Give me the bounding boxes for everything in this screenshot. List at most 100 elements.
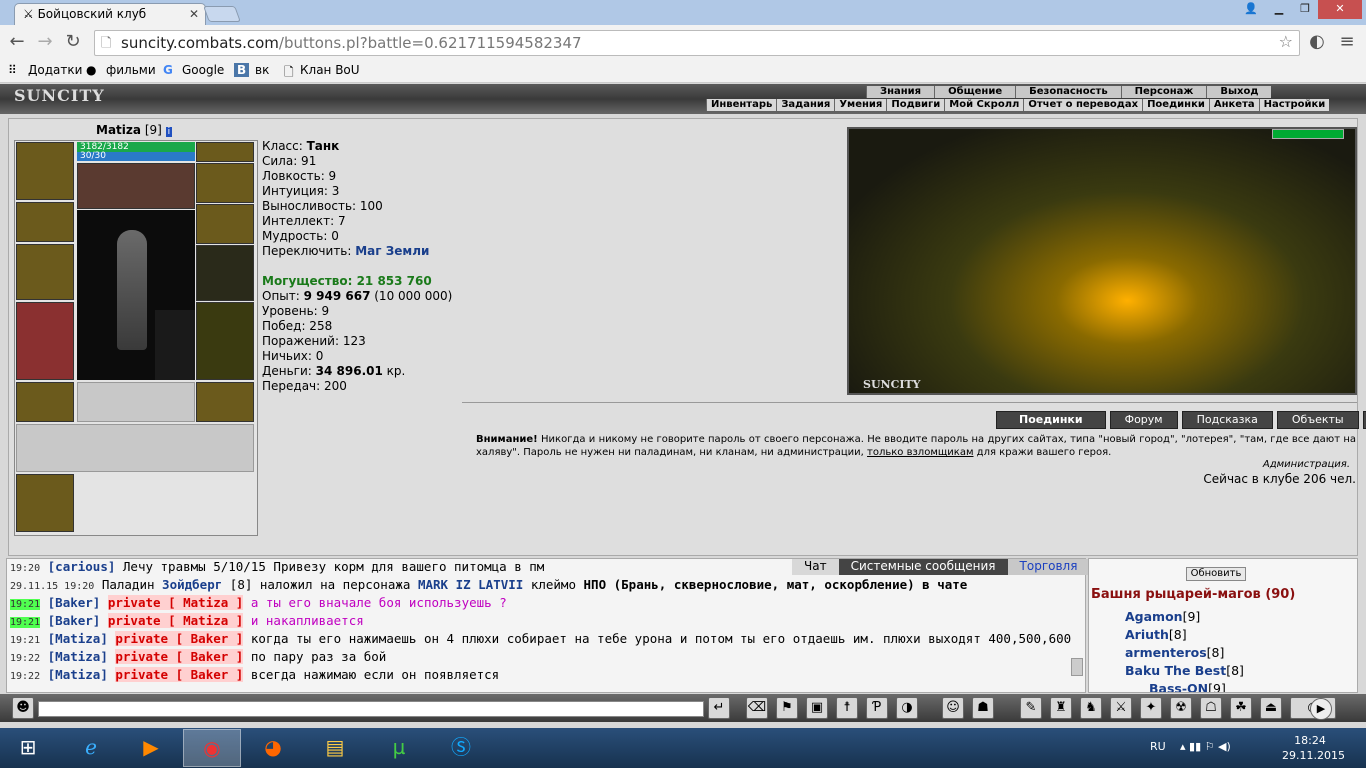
skype-icon[interactable]: Ⓢ [432, 729, 490, 767]
quick-slot-4-icon[interactable]: ⚔ [1110, 697, 1132, 719]
tab-system[interactable]: Системные сообщения [838, 559, 1008, 575]
clear-icon[interactable]: ⌫ [746, 697, 768, 719]
user-item[interactable]: Bass-ON[9] [1149, 681, 1226, 692]
new-tab-button[interactable] [203, 6, 241, 22]
walk-icon[interactable]: ☨ [836, 697, 858, 719]
browser-tab[interactable]: ⚔ Бойцовский клуб ✕ [14, 3, 206, 25]
room-scene[interactable]: SUNCITY [847, 127, 1357, 395]
helmet-icon[interactable]: ☗ [972, 697, 994, 719]
menu-knowledge[interactable]: Знания [866, 86, 934, 98]
quick-slot-5-icon[interactable]: ✦ [1140, 697, 1162, 719]
quick-slot-2-icon[interactable]: ♜ [1050, 697, 1072, 719]
bookmark-clan[interactable]: Клан BoU [300, 63, 360, 77]
chat-nick[interactable]: [Matiza] [48, 649, 108, 664]
shield-slot[interactable] [196, 245, 254, 301]
forward-icon[interactable]: → [34, 31, 56, 52]
submenu-feats[interactable]: Подвиги [886, 99, 944, 111]
submenu-transfers[interactable]: Отчет о переводах [1023, 99, 1142, 111]
menu-exit[interactable]: Выход [1206, 86, 1271, 98]
explorer-icon[interactable]: ▤ [306, 729, 364, 767]
chat-scrollbar[interactable] [1071, 658, 1083, 676]
chat-nick[interactable]: [Matiza] [48, 667, 108, 682]
menu-icon[interactable]: ≡ [1336, 31, 1358, 52]
gloves-slot[interactable] [196, 204, 254, 244]
minimize-icon[interactable]: ▁ [1266, 0, 1292, 19]
user-name[interactable]: Bass-ON [1149, 681, 1208, 692]
menu-security[interactable]: Безопасность [1015, 86, 1121, 98]
user-name[interactable]: Baku The Best [1125, 663, 1226, 678]
battles-button[interactable]: Поединки [996, 411, 1106, 429]
armor-slot[interactable] [16, 302, 74, 380]
bookmark-star-icon[interactable]: ☆ [1279, 32, 1293, 51]
user-item[interactable]: Agamon[9] [1125, 609, 1200, 624]
chat-log[interactable]: 19:20 [carious] Лечу травмы 5/10/15 Прив… [6, 558, 1086, 693]
spell-slots[interactable] [77, 163, 195, 209]
forum-button[interactable]: Форум [1109, 411, 1178, 429]
chat-nick[interactable]: [Baker] [48, 595, 101, 610]
smile-menu-icon[interactable]: ☻ [12, 697, 34, 719]
chrome-icon[interactable]: ◉ [183, 729, 241, 767]
chat-nick[interactable]: MARK IZ LATVII [418, 577, 523, 592]
submenu-settings[interactable]: Настройки [1258, 99, 1330, 111]
switch-link[interactable]: Маг Земли [355, 244, 429, 258]
submenu-scroll[interactable]: Мой Скролл [944, 99, 1023, 111]
quick-slot-7-icon[interactable]: ☖ [1200, 697, 1222, 719]
chat-private[interactable]: private [ Baker ] [115, 631, 244, 646]
system-clock[interactable]: 18:24 29.11.2015 [1282, 733, 1345, 763]
quick-slot-3-icon[interactable]: ♞ [1080, 697, 1102, 719]
bookmark-apps[interactable]: Додатки [28, 63, 82, 77]
user-item[interactable]: armenteros[8] [1125, 645, 1224, 660]
chat-nick[interactable]: [Matiza] [48, 631, 108, 646]
helmet-slot[interactable] [16, 142, 74, 200]
tab-trade[interactable]: Торговля [1007, 559, 1090, 575]
ie-icon[interactable]: ℯ [62, 729, 120, 767]
earring-slot[interactable] [196, 142, 254, 162]
chat-private[interactable]: private [ Matiza ] [107, 595, 244, 610]
smiley-icon[interactable]: ☺ [942, 697, 964, 719]
amulet-slot[interactable] [196, 163, 254, 203]
menu-character[interactable]: Персонаж [1120, 86, 1207, 98]
tab-chat[interactable]: Чат [792, 559, 839, 575]
back-icon[interactable]: ← [6, 31, 28, 52]
quick-slot-8-icon[interactable]: ☘ [1230, 697, 1252, 719]
delta-button[interactable]: Δ [1362, 411, 1366, 429]
media-player-icon[interactable]: ▶ [122, 729, 180, 767]
submenu-inventory[interactable]: Инвентарь [706, 99, 776, 111]
update-button[interactable]: Обновить [1186, 567, 1246, 581]
user-name[interactable]: Agamon [1125, 609, 1183, 624]
legs-slot[interactable] [196, 302, 254, 380]
chat-nick[interactable]: Зойдберг [162, 577, 222, 592]
utorrent-icon[interactable]: µ [370, 729, 428, 767]
quick-slot-1-icon[interactable]: ✎ [1020, 697, 1042, 719]
chat-private[interactable]: private [ Baker ] [115, 649, 244, 664]
tray-icons[interactable]: ▴ ▮▮ ⚐ ◀) [1180, 740, 1231, 753]
user-item[interactable]: Ariuth[8] [1125, 627, 1187, 642]
user-name[interactable]: armenteros [1125, 645, 1207, 660]
pet-slot[interactable] [155, 310, 195, 380]
save-icon[interactable]: ▣ [806, 697, 828, 719]
chat-private[interactable]: private [ Matiza ] [107, 613, 244, 628]
ear-icon[interactable]: ◑ [896, 697, 918, 719]
extension-icon[interactable]: ◐ [1306, 31, 1328, 52]
submenu-skills[interactable]: Умения [834, 99, 886, 111]
bookmark-vk[interactable]: вк [255, 63, 269, 77]
submenu-battles[interactable]: Поединки [1142, 99, 1209, 111]
objects-button[interactable]: Объекты [1276, 411, 1359, 429]
ring-slots[interactable] [77, 382, 195, 422]
filter-icon[interactable]: ⚑ [776, 697, 798, 719]
info-icon[interactable]: i [165, 127, 173, 137]
user-item[interactable]: Baku The Best[8] [1125, 663, 1244, 678]
language-indicator[interactable]: RU [1150, 740, 1166, 753]
close-window-icon[interactable]: ✕ [1318, 0, 1362, 19]
menu-social[interactable]: Общение [934, 86, 1015, 98]
user-name[interactable]: Ariuth [1125, 627, 1169, 642]
send-icon[interactable]: ↵ [708, 697, 730, 719]
chat-nick[interactable]: [Baker] [48, 613, 101, 628]
submenu-profile[interactable]: Анкета [1208, 99, 1259, 111]
chat-nick[interactable]: [carious] [48, 559, 116, 574]
apps-icon[interactable]: ⠿ [8, 63, 17, 77]
maximize-icon[interactable]: ❐ [1292, 0, 1318, 19]
warning-link[interactable]: только взломщикам [867, 447, 973, 458]
start-button-icon[interactable]: ⊞ [2, 729, 54, 767]
bracers-slot[interactable] [16, 202, 74, 242]
